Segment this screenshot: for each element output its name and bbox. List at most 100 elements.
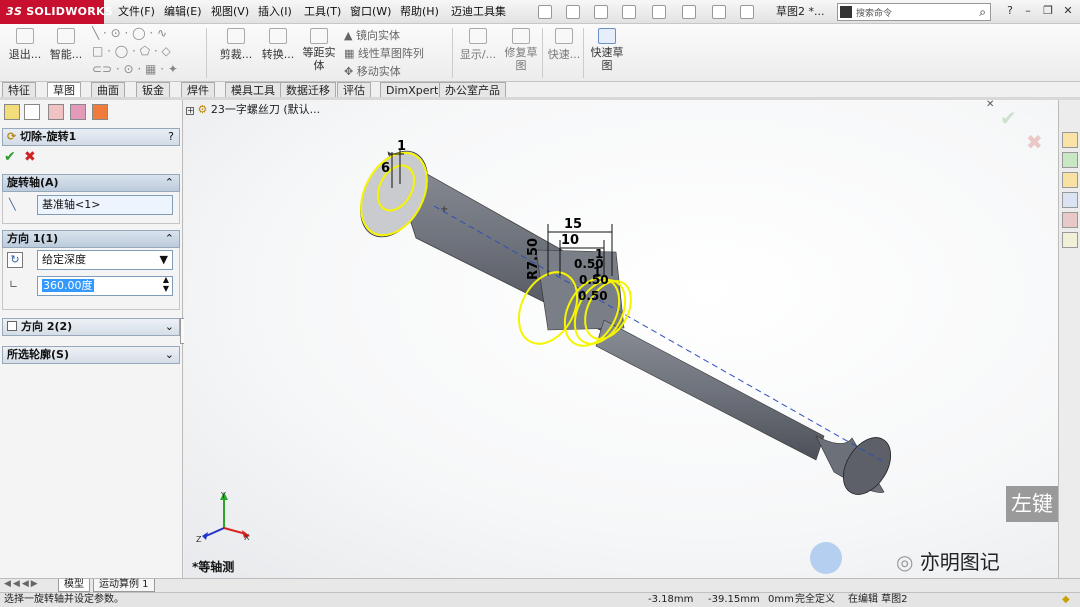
- tab-weldments[interactable]: 焊件: [181, 82, 215, 98]
- options-icon[interactable]: [740, 5, 754, 19]
- rapid-sketch-button[interactable]: 快速草 图: [588, 24, 626, 72]
- slot-icon[interactable]: ⊂⊃ · ⊙ · ▦ · ✦: [92, 62, 178, 76]
- dim-10[interactable]: 10: [561, 233, 579, 248]
- trim-button[interactable]: 剪裁...: [218, 24, 254, 62]
- exit-sketch-button[interactable]: 退出...: [8, 24, 42, 62]
- property-manager-icon[interactable]: [24, 104, 40, 120]
- print-icon[interactable]: [622, 5, 636, 19]
- dim-15[interactable]: 15: [564, 217, 582, 232]
- resources-icon[interactable]: [1062, 132, 1078, 148]
- expand-icon[interactable]: ⌄: [165, 347, 174, 363]
- end-condition-select[interactable]: 给定深度 ▼: [37, 250, 173, 270]
- coordinate-triad: [202, 492, 250, 540]
- tab-features[interactable]: 特征: [2, 82, 36, 98]
- file-explorer-icon[interactable]: [1062, 172, 1078, 188]
- dim-050-c[interactable]: 0.50: [578, 289, 608, 303]
- manager-tabs: [0, 102, 183, 122]
- repair-sketch-button[interactable]: 修复草 图: [502, 24, 540, 72]
- tab-office-products[interactable]: 办公室产品: [439, 82, 506, 98]
- dim-1[interactable]: 1: [397, 139, 406, 154]
- menu-view[interactable]: 视图(V): [211, 0, 249, 24]
- close-button[interactable]: ✕: [1060, 3, 1076, 19]
- tab-model[interactable]: 模型: [58, 579, 90, 592]
- search-icon[interactable]: ⌕: [979, 5, 986, 20]
- tab-motion-study[interactable]: 运动算例 1: [93, 579, 155, 592]
- status-x: -3.18mm: [648, 594, 694, 605]
- menu-window[interactable]: 窗口(W): [350, 0, 391, 24]
- line-icon[interactable]: ╲ · ⊙ · ◯ · ∿: [92, 26, 167, 40]
- rectangle-icon[interactable]: □ · ◯ · ⬠ · ◇: [92, 44, 171, 58]
- spin-arrows-icon[interactable]: ▲ ▼: [163, 275, 169, 293]
- collapse-icon[interactable]: ⌃: [165, 175, 174, 191]
- custom-properties-icon[interactable]: [1062, 232, 1078, 248]
- separator: [452, 28, 453, 78]
- convert-entities-button[interactable]: 转换...: [260, 24, 296, 62]
- help-icon[interactable]: ?: [1002, 3, 1018, 19]
- menu-edit[interactable]: 编辑(E): [164, 0, 202, 24]
- expand-icon[interactable]: ⌄: [165, 319, 174, 335]
- graphics-area[interactable]: + ⚙ 23一字螺丝刀 (默认... 🔍︎⤢⊞◧◈◐●◒ ▣ ▣ – ❐ ✕ ✔…: [184, 100, 1058, 578]
- new-document-icon[interactable]: [538, 5, 552, 19]
- direction2-section-header[interactable]: 方向 2(2) ⌄: [2, 318, 180, 336]
- mirror-entities-button[interactable]: ▲ 镜向实体: [344, 27, 400, 43]
- dim-r750[interactable]: R7.50: [526, 238, 541, 280]
- cancel-icon[interactable]: ✖: [24, 149, 36, 165]
- save-icon[interactable]: [594, 5, 608, 19]
- undo-icon[interactable]: [652, 5, 666, 19]
- status-y: -39.15mm: [708, 594, 760, 605]
- tab-mold-tools[interactable]: 模具工具: [225, 82, 281, 98]
- rebuild-icon[interactable]: [712, 5, 726, 19]
- tab-scroll-arrows[interactable]: ◀◀◀▶: [4, 579, 40, 589]
- ok-icon[interactable]: ✔: [4, 149, 16, 165]
- display-manager-icon[interactable]: [92, 104, 108, 120]
- angle-field[interactable]: 360.00度 ▲ ▼: [37, 275, 173, 296]
- dim-1-b[interactable]: 1: [595, 247, 603, 261]
- model-view[interactable]: 1 6 15 10 R7.50 0.50 0.50 0.50 1 1 + Y X…: [184, 100, 1058, 578]
- tab-sketch[interactable]: 草图: [47, 82, 81, 98]
- axis-centerline: [433, 205, 885, 463]
- mouse-click-indicator: [810, 542, 842, 574]
- feature-manager-icon[interactable]: [4, 104, 20, 120]
- tab-surfaces[interactable]: 曲面: [91, 82, 125, 98]
- tab-dimxpert[interactable]: DimXpert: [380, 82, 445, 98]
- select-icon[interactable]: [682, 5, 696, 19]
- tab-data-migration[interactable]: 数据迁移: [280, 82, 336, 98]
- menu-file[interactable]: 文件(F): [118, 0, 155, 24]
- menu-help[interactable]: 帮助(H): [400, 0, 439, 24]
- axis-selection-field[interactable]: 基准轴<1>: [37, 195, 173, 215]
- smart-dimension-button[interactable]: 智能...: [48, 24, 84, 62]
- triad-z-label: Z: [196, 535, 202, 544]
- reverse-direction-icon[interactable]: ↻: [7, 252, 23, 268]
- view-orientation-label: *等轴测: [192, 560, 235, 574]
- direction2-checkbox[interactable]: [7, 321, 17, 331]
- move-entities-button[interactable]: ✥ 移动实体: [344, 63, 401, 79]
- quick-snaps-button[interactable]: 快速...: [546, 24, 582, 62]
- offset-entities-button[interactable]: 等距实 体: [300, 24, 338, 72]
- dim-6[interactable]: 6: [381, 161, 390, 176]
- menu-tools[interactable]: 工具(T): [304, 0, 341, 24]
- linear-pattern-button[interactable]: ▦ 线性草图阵列: [344, 45, 424, 61]
- dim-1-c[interactable]: 1: [593, 265, 601, 279]
- tab-evaluate[interactable]: 评估: [337, 82, 371, 98]
- display-relations-button[interactable]: 显示/...: [458, 24, 498, 62]
- design-library-icon[interactable]: [1062, 152, 1078, 168]
- view-palette-icon[interactable]: [1062, 192, 1078, 208]
- tab-sheet-metal[interactable]: 钣金: [136, 82, 170, 98]
- search-commands-field[interactable]: 搜索命令 ⌕: [837, 3, 991, 21]
- axis-section-header[interactable]: 旋转轴(A) ⌃: [2, 174, 180, 192]
- menu-insert[interactable]: 插入(I): [258, 0, 292, 24]
- direction1-section-header[interactable]: 方向 1(1) ⌃: [2, 230, 180, 248]
- help-button[interactable]: ?: [168, 129, 174, 145]
- menu-maidi-tools[interactable]: 迈迪工具集: [451, 0, 506, 24]
- minimize-button[interactable]: –: [1020, 3, 1036, 19]
- status-z: 0mm: [768, 594, 794, 605]
- configuration-manager-icon[interactable]: [48, 104, 64, 120]
- appearances-icon[interactable]: [1062, 212, 1078, 228]
- restore-button[interactable]: ❐: [1040, 3, 1056, 19]
- dimxpert-manager-icon[interactable]: [70, 104, 86, 120]
- collapse-icon[interactable]: ⌃: [165, 231, 174, 247]
- selected-contours-section-header[interactable]: 所选轮廓(S) ⌄: [2, 346, 180, 364]
- open-icon[interactable]: [566, 5, 580, 19]
- solidworks-logo[interactable]: 3S SOLIDWORKS: [0, 0, 113, 24]
- rebuild-status-icon[interactable]: ◆: [1062, 593, 1070, 607]
